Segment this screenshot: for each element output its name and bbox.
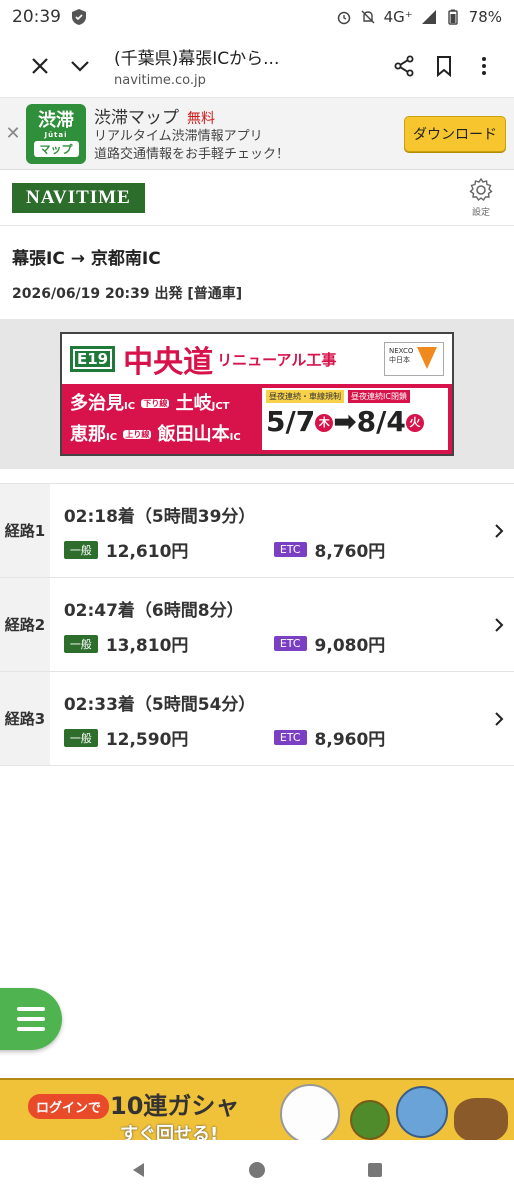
close-tab-button[interactable] xyxy=(20,46,60,86)
page-title: (千葉県)幕張ICから... xyxy=(114,48,280,69)
nexco-text: NEXCO xyxy=(389,347,414,355)
settings-button[interactable]: 設定 xyxy=(468,177,494,218)
general-fare: 13,810円 xyxy=(105,636,189,656)
share-button[interactable] xyxy=(384,46,424,86)
close-icon xyxy=(32,57,48,74)
medal-image xyxy=(350,1100,390,1140)
ad-tag-lane: 昼夜連続・車線規制 xyxy=(266,390,344,403)
chevron-down-icon xyxy=(71,60,89,72)
route-label: 経路2 xyxy=(0,578,50,671)
system-nav-bar xyxy=(0,1140,514,1200)
navitime-logo[interactable]: NAVITIME xyxy=(12,182,145,213)
more-vert-icon xyxy=(482,56,486,75)
ghost-character-image xyxy=(280,1084,340,1140)
route-row-2[interactable]: 経路2 02:47着（6時間8分） 一般 13,810円 ETC 9,080円 xyxy=(0,578,514,672)
battery-icon xyxy=(447,9,458,25)
settings-label: 設定 xyxy=(471,208,490,218)
route-summary: 幕張IC → 京都南IC 2026/06/19 20:39 出発 [普通車] xyxy=(0,226,514,319)
gear-icon xyxy=(469,177,493,202)
nexco-logo: NEXCO 中日本 xyxy=(384,342,444,376)
ad-section-2: 恵那IC 上り線 飯田山本IC xyxy=(70,424,241,445)
general-badge: 一般 xyxy=(63,540,98,559)
app-icon-sub: マップ xyxy=(33,140,79,157)
ad-subtext: すぐ回せる! xyxy=(120,1124,219,1140)
route-row-1[interactable]: 経路1 02:18着（5時間39分） 一般 12,610円 ETC 8,760円 xyxy=(0,484,514,578)
route-arrival: 02:47着（6時間8分） xyxy=(63,601,244,621)
app-icon: 渋滞 Jūtai マップ xyxy=(26,103,86,164)
home-icon[interactable] xyxy=(247,1160,267,1180)
bookmark-icon xyxy=(437,55,451,77)
general-badge: 一般 xyxy=(63,634,98,653)
menu-fab[interactable] xyxy=(0,988,62,1050)
ad-area: E19 中央道 リニューアル工事 NEXCO 中日本 多治見IC 下り線 土岐JC… xyxy=(0,319,514,469)
route-title: 幕張IC → 京都南IC xyxy=(12,249,161,269)
route-arrival: 02:18着（5時間39分） xyxy=(63,507,256,527)
app-banner: ✕ 渋滞 Jūtai マップ 渋滞マップ 無料 リアルタイム渋滞情報アプリ 道路交… xyxy=(0,98,514,170)
etc-badge: ETC xyxy=(273,636,307,651)
page-domain: navitime.co.jp xyxy=(114,72,206,88)
route-row-3[interactable]: 経路3 02:33着（5時間54分） 一般 12,590円 ETC 8,960円 xyxy=(0,672,514,766)
etc-fare: 8,960円 xyxy=(314,730,386,750)
ad-date: 5/7 木 ➡8/4 火 xyxy=(266,405,444,438)
chevron-right-icon xyxy=(495,523,504,538)
share-icon xyxy=(394,55,414,76)
departure-info: 2026/06/19 20:39 出発 [普通車] xyxy=(12,286,243,302)
app-desc-1: リアルタイム渋滞情報アプリ xyxy=(94,129,263,144)
app-name: 渋滞マップ xyxy=(94,108,179,128)
hamburger-icon xyxy=(17,1007,45,1031)
game-ad-banner[interactable]: ログインで 10連ガシャ すぐ回せる! xyxy=(0,1078,514,1140)
construction-ad[interactable]: E19 中央道 リニューアル工事 NEXCO 中日本 多治見IC 下り線 土岐JC… xyxy=(60,332,454,456)
app-icon-text: 渋滞 xyxy=(38,109,74,131)
ad-renewal: リニューアル工事 xyxy=(217,350,337,369)
ad-section-1: 多治見IC 下り線 土岐JCT xyxy=(70,393,230,414)
close-banner-icon[interactable]: ✕ xyxy=(0,123,26,144)
back-icon[interactable] xyxy=(129,1160,149,1180)
ad-tag-ic: 昼夜連続IC閉鎖 xyxy=(348,390,410,403)
status-time: 20:39 xyxy=(12,7,61,27)
browser-toolbar: (千葉県)幕張ICから... navitime.co.jp xyxy=(0,34,514,98)
character-image xyxy=(396,1086,448,1138)
app-icon-romaji: Jūtai xyxy=(44,130,68,139)
ad-bubble: ログインで xyxy=(28,1094,110,1119)
signal-icon xyxy=(421,10,436,24)
etc-badge: ETC xyxy=(273,730,307,745)
character-image-2 xyxy=(454,1098,508,1140)
status-bar: 20:39 4G⁺ 78% xyxy=(0,0,514,34)
minimize-button[interactable] xyxy=(60,46,100,86)
site-header: NAVITIME 設定 xyxy=(0,170,514,226)
app-info: 渋滞マップ 無料 リアルタイム渋滞情報アプリ 道路交通情報をお手軽チェック！ xyxy=(94,103,404,164)
etc-fare: 8,760円 xyxy=(314,542,386,562)
etc-fare: 9,080円 xyxy=(314,636,386,656)
network-type: 4G⁺ xyxy=(383,8,413,26)
battery-level: 78% xyxy=(468,8,502,26)
etc-badge: ETC xyxy=(273,542,307,557)
route-label: 経路3 xyxy=(0,672,50,765)
chevron-right-icon xyxy=(495,711,504,726)
ad-road-name: 中央道 xyxy=(123,345,214,380)
url-bar[interactable]: (千葉県)幕張ICから... navitime.co.jp xyxy=(114,44,384,88)
route-list: 経路1 02:18着（5時間39分） 一般 12,610円 ETC 8,760円 経… xyxy=(0,483,514,766)
ad-headline: 10連ガシャ xyxy=(110,1092,240,1120)
app-price: 無料 xyxy=(187,111,215,127)
download-button[interactable]: ダウンロード xyxy=(404,115,506,152)
recents-icon[interactable] xyxy=(365,1160,385,1180)
general-fare: 12,610円 xyxy=(105,542,189,562)
route-label: 経路1 xyxy=(0,484,50,577)
mute-icon xyxy=(361,10,375,24)
bookmark-button[interactable] xyxy=(424,46,464,86)
general-badge: 一般 xyxy=(63,728,98,747)
app-desc-2: 道路交通情報をお手軽チェック！ xyxy=(94,147,290,162)
alarm-icon xyxy=(337,11,350,25)
general-fare: 12,590円 xyxy=(105,730,189,750)
route-arrival: 02:33着（5時間54分） xyxy=(63,695,256,715)
nexco-sub: 中日本 xyxy=(389,356,410,364)
more-menu-button[interactable] xyxy=(464,46,504,86)
route-number-badge: E19 xyxy=(70,346,116,372)
chevron-right-icon xyxy=(495,617,504,632)
shield-icon xyxy=(72,9,86,25)
